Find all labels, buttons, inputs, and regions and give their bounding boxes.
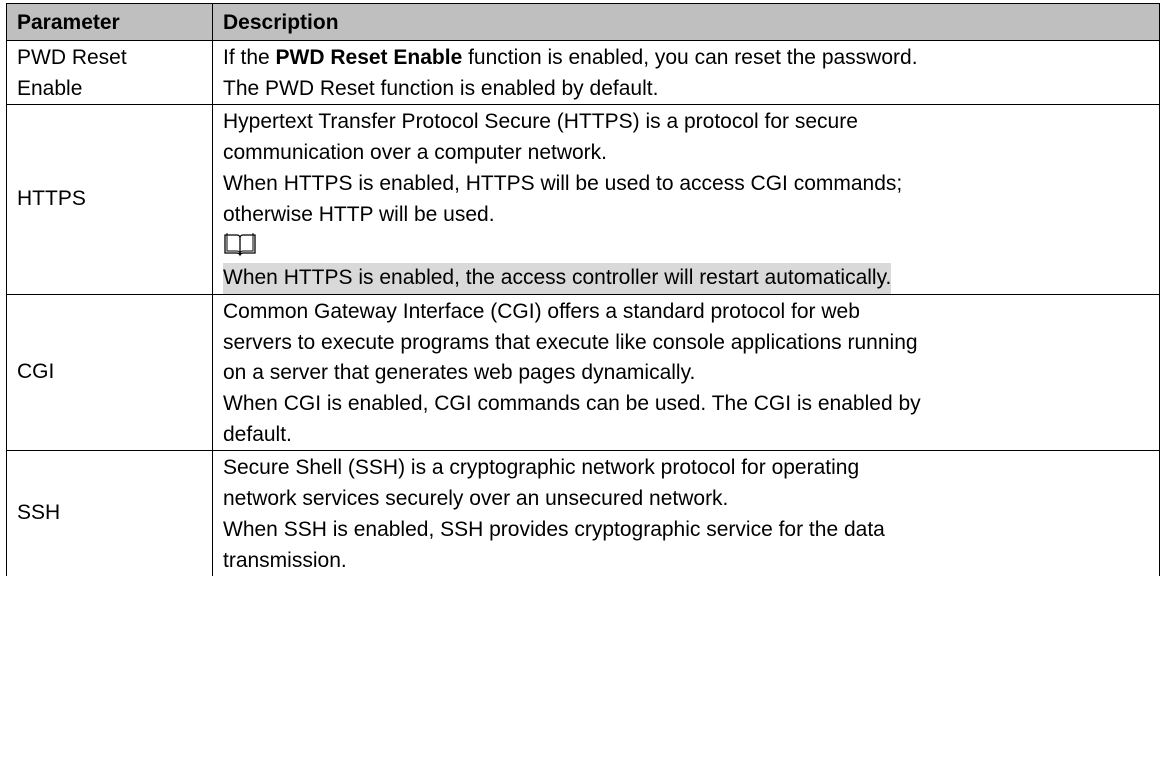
note-text: When HTTPS is enabled, the access contro… (223, 263, 892, 294)
param-https: HTTPS (6, 104, 213, 295)
param-line: PWD Reset (17, 46, 127, 69)
desc-line: The PWD Reset function is enabled by def… (223, 76, 659, 100)
param-ssh: SSH (6, 450, 213, 577)
desc-line: Common Gateway Interface (CGI) offers a … (223, 299, 860, 323)
desc-cgi: Common Gateway Interface (CGI) offers a … (212, 293, 1160, 452)
header-parameter: Parameter (6, 3, 213, 41)
desc-line: If the PWD Reset Enable function is enab… (223, 43, 1159, 74)
desc-line: transmission. (223, 548, 347, 572)
desc-line: When HTTPS is enabled, HTTPS will be use… (223, 171, 903, 195)
desc-line: network services securely over an unsecu… (223, 487, 729, 511)
parameter-table: Parameter Description PWD Reset Enable I… (6, 3, 1160, 577)
param-line: Enable (17, 76, 83, 100)
desc-line: When CGI is enabled, CGI commands can be… (223, 392, 921, 416)
desc-line: communication over a computer network. (223, 141, 607, 165)
desc-line: When HTTPS is enabled, the access contro… (223, 263, 1159, 294)
desc-line: When SSH is enabled, SSH provides crypto… (223, 517, 885, 541)
table-row: HTTPS Hypertext Transfer Protocol Secure… (6, 104, 1160, 295)
book-note-icon (223, 230, 1159, 263)
param-cgi: CGI (6, 293, 213, 452)
header-description: Description (212, 3, 1160, 41)
desc-line: Secure Shell (SSH) is a cryptographic ne… (223, 456, 860, 480)
table-row: SSH Secure Shell (SSH) is a cryptographi… (6, 450, 1160, 577)
table-row: CGI Common Gateway Interface (CGI) offer… (6, 293, 1160, 452)
table-header-row: Parameter Description (6, 3, 1160, 41)
desc-text: If the (223, 46, 276, 69)
desc-text: function is enabled, you can reset the p… (462, 46, 918, 69)
desc-line: servers to execute programs that execute… (223, 330, 918, 354)
desc-bold-term: PWD Reset Enable (275, 46, 463, 69)
desc-line: otherwise HTTP will be used. (223, 202, 495, 226)
desc-pwd-reset-enable: If the PWD Reset Enable function is enab… (212, 39, 1160, 106)
desc-line: Hypertext Transfer Protocol Secure (HTTP… (223, 110, 858, 134)
table-row: PWD Reset Enable If the PWD Reset Enable… (6, 39, 1160, 106)
desc-https: Hypertext Transfer Protocol Secure (HTTP… (212, 104, 1160, 295)
desc-ssh: Secure Shell (SSH) is a cryptographic ne… (212, 450, 1160, 577)
desc-line: default. (223, 422, 292, 446)
desc-line: on a server that generates web pages dyn… (223, 361, 696, 385)
param-pwd-reset-enable: PWD Reset Enable (6, 39, 213, 106)
book-note-icon-svg (224, 233, 256, 257)
